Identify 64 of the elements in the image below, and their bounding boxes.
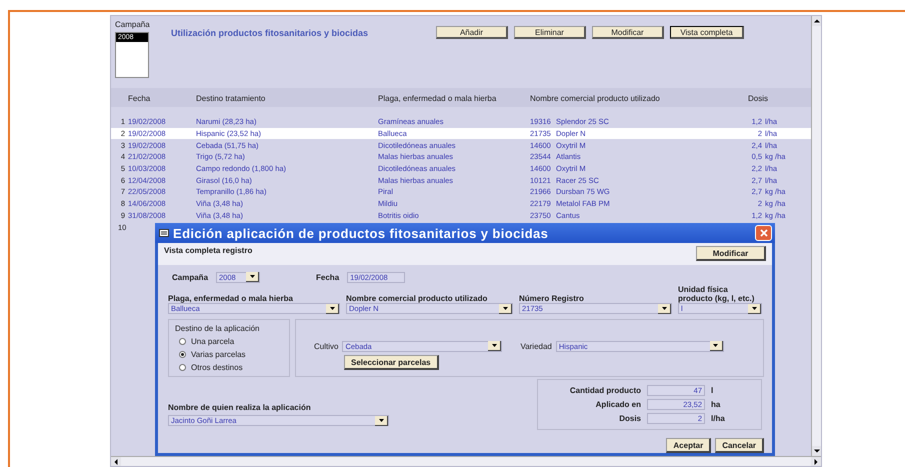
- toolbar-button[interactable]: Vista completa: [670, 26, 744, 39]
- radio-label: Varias parcelas: [191, 350, 246, 359]
- field-label: Nombre de quien realiza la aplicación: [168, 403, 312, 412]
- field-label: Nombre comercial producto utilizado: [346, 294, 488, 303]
- caret-icon: [713, 344, 718, 347]
- radio-button[interactable]: [179, 351, 186, 358]
- dropdown-button[interactable]: [748, 304, 761, 314]
- scroll-right-icon[interactable]: [811, 457, 821, 466]
- field-label: Número Registro: [519, 294, 585, 303]
- close-icon: [760, 229, 768, 238]
- caret-icon: [250, 275, 255, 278]
- radio-button[interactable]: [179, 364, 186, 371]
- page-title: Utilización productos fitosanitarios y biocidas: [171, 28, 370, 40]
- field-label: Campaña: [172, 272, 208, 282]
- unit-label: ha: [711, 400, 722, 409]
- toolbar-button[interactable]: Añadir: [436, 26, 508, 39]
- field-label: Unidad física producto (kg, l, etc.): [678, 285, 756, 303]
- dropdown-button[interactable]: [488, 341, 502, 351]
- scroll-down-icon[interactable]: [812, 446, 821, 456]
- modify-button[interactable]: Modificar: [696, 246, 766, 262]
- radio-label: Una parcela: [191, 337, 234, 346]
- field-label: Dosis: [618, 414, 641, 423]
- caret-icon: [662, 306, 666, 310]
- dropdown-button[interactable]: [658, 304, 671, 314]
- horizontal-scrollbar[interactable]: [111, 456, 821, 466]
- unit-label: l/ha: [711, 414, 726, 423]
- column-header: Fecha: [127, 94, 152, 103]
- column-header: Destino tratamiento: [195, 94, 266, 103]
- field-label: Cultivo: [314, 342, 338, 350]
- vertical-scrollbar[interactable]: [811, 16, 821, 456]
- group-label: Destino de la aplicación: [175, 324, 260, 333]
- caret-icon: [492, 344, 497, 347]
- select-plots-button[interactable]: Seleccionar parcelas: [344, 355, 439, 370]
- dropdown-button[interactable]: [710, 341, 723, 351]
- campaign-label: Campaña: [115, 20, 151, 29]
- field-label: Fecha: [316, 272, 340, 282]
- dropdown-button[interactable]: [499, 304, 512, 314]
- dialog-button[interactable]: Aceptar: [666, 438, 712, 453]
- column-header: Nombre comercial producto utilizado: [529, 94, 661, 103]
- form-icon: [159, 229, 169, 238]
- scroll-up-icon[interactable]: [812, 16, 821, 26]
- field-label: Cantidad producto: [568, 386, 641, 395]
- field-label: Aplicado en: [594, 400, 641, 409]
- dialog-button[interactable]: Cancelar: [715, 438, 764, 453]
- dialog-title: Edición aplicación de productos fitosanitarios y biocidas: [173, 226, 550, 241]
- toolbar-button[interactable]: Eliminar: [514, 26, 586, 39]
- field-label: Variedad: [520, 342, 552, 350]
- column-header: Plaga, enfermedad o mala hierba: [377, 94, 498, 103]
- field-label: Plaga, enfermedad o mala hierba: [168, 294, 294, 303]
- section-title: Vista completa registro: [164, 246, 252, 256]
- column-header: Dosis: [747, 94, 770, 103]
- scroll-left-icon[interactable]: [111, 457, 121, 466]
- caret-icon: [502, 306, 508, 310]
- caret-icon: [330, 306, 334, 310]
- radio-button[interactable]: [179, 338, 186, 345]
- toolbar-button[interactable]: Modificar: [592, 26, 664, 39]
- caret-icon: [752, 306, 756, 310]
- dropdown-button[interactable]: [326, 304, 339, 314]
- caret-icon: [378, 418, 384, 422]
- dropdown-button[interactable]: [246, 272, 260, 282]
- close-button[interactable]: [755, 225, 772, 242]
- dropdown-button[interactable]: [375, 416, 388, 426]
- unit-label: l: [711, 386, 714, 395]
- radio-label: Otros destinos: [191, 363, 243, 372]
